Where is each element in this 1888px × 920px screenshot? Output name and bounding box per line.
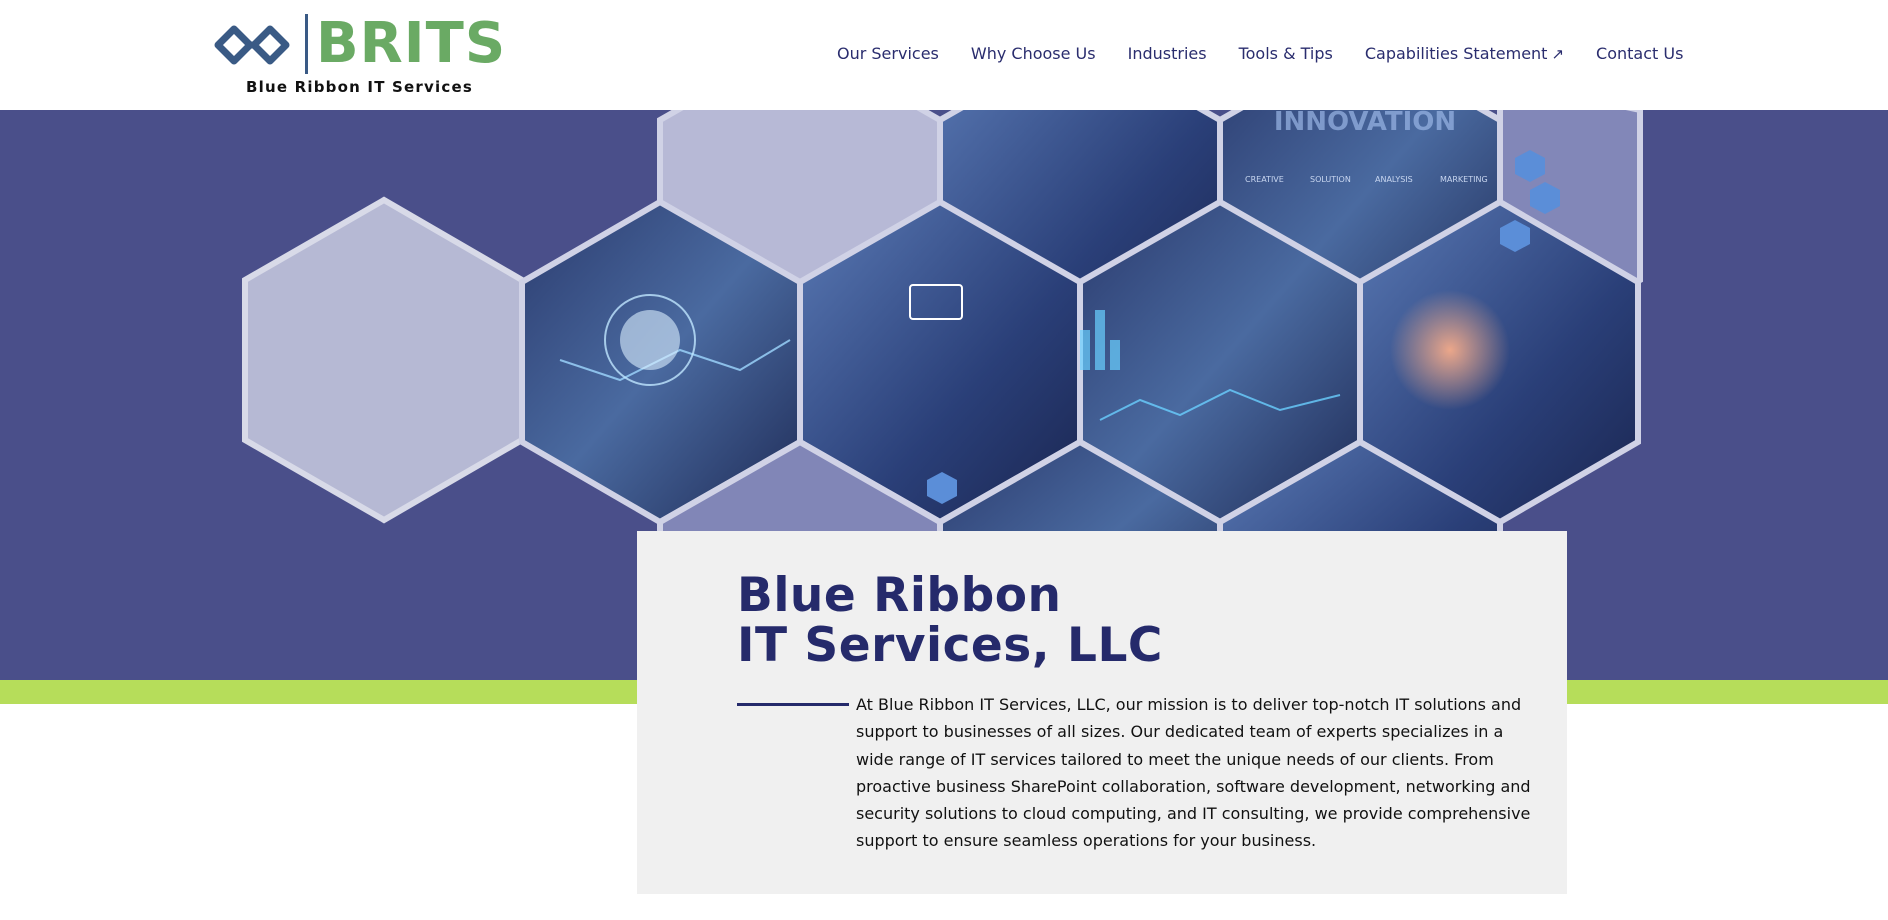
title-accent-rule <box>737 703 849 706</box>
hero-overlay-label-creative: CREATIVE <box>1245 175 1284 184</box>
brand-wordmark: BRITS <box>316 11 507 76</box>
page-title-line-1: Blue Ribbon <box>737 568 1062 623</box>
hero-hex-light-left <box>242 196 525 524</box>
page-title: Blue Ribbon IT Services, LLC <box>737 571 1163 671</box>
nav-why-choose-us[interactable]: Why Choose Us <box>971 42 1096 66</box>
external-link-icon: ↗ <box>1551 45 1565 63</box>
brand-logo[interactable]: BRITS Blue Ribbon IT Services <box>212 11 512 102</box>
hero-overlay-label-marketing: MARKETING <box>1440 175 1488 184</box>
hero-overlay-innovation: INNOVATION <box>1274 110 1456 137</box>
nav-contact-us[interactable]: Contact Us <box>1596 42 1683 66</box>
main-nav: Our Services Why Choose Us Industries To… <box>837 42 1683 66</box>
nav-capabilities-statement[interactable]: Capabilities Statement ↗ <box>1365 42 1564 66</box>
nav-tools-tips[interactable]: Tools & Tips <box>1239 42 1333 66</box>
site-header: BRITS Blue Ribbon IT Services Our Servic… <box>0 0 1888 110</box>
nav-industries[interactable]: Industries <box>1128 42 1207 66</box>
brand-tagline: Blue Ribbon IT Services <box>246 78 473 96</box>
infinity-logo-icon <box>214 25 290 65</box>
intro-card: Blue Ribbon IT Services, LLC At Blue Rib… <box>637 531 1567 894</box>
mission-paragraph: At Blue Ribbon IT Services, LLC, our mis… <box>856 695 1531 851</box>
nav-capabilities-label: Capabilities Statement <box>1364 44 1548 63</box>
hero-overlay-label-analysis: ANALYSIS <box>1375 175 1413 184</box>
hero-overlay-label-solution: SOLUTION <box>1310 175 1351 184</box>
logo-divider <box>305 14 308 74</box>
page-title-line-2: IT Services, LLC <box>737 618 1163 673</box>
nav-our-services[interactable]: Our Services <box>837 42 939 66</box>
